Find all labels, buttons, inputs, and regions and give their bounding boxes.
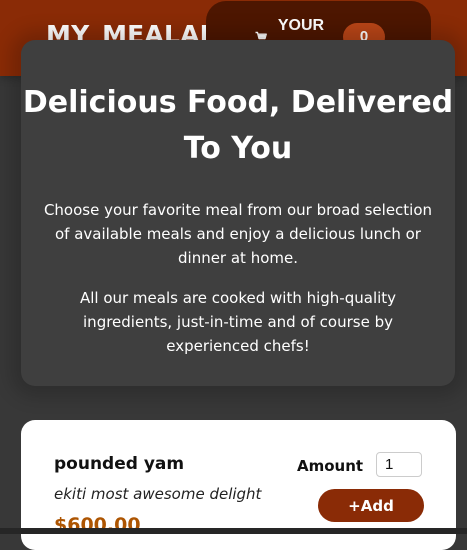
amount-input[interactable] [376,452,422,477]
summary-paragraph-1: Choose your favorite meal from our broad… [43,201,433,267]
summary-title: Delicious Food, Delivered To You [22,85,454,166]
meal-description: ekiti most awesome delight [54,485,262,503]
bottom-taskbar-strip [0,528,467,534]
amount-label: Amount [297,457,364,475]
meals-summary: Delicious Food, Delivered To You Choose … [21,40,455,386]
meal-name: pounded yam [54,454,185,474]
add-to-cart-button[interactable]: +Add [318,489,424,522]
summary-paragraph-2: All our meals are cooked with high-quali… [79,289,397,355]
